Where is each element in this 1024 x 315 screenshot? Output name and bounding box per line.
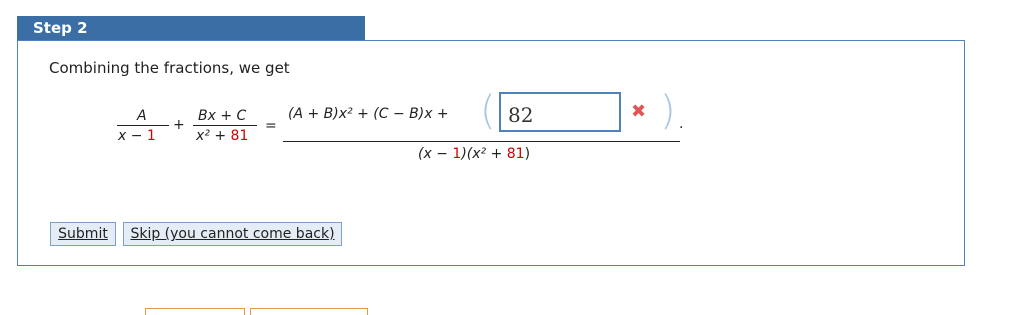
left-paren: (	[480, 88, 496, 134]
answer-input[interactable]	[499, 92, 621, 132]
submit-button[interactable]: Submit	[50, 222, 116, 246]
frac1-numerator: A	[137, 108, 147, 124]
frac2-line	[193, 125, 257, 126]
right-paren: )	[660, 88, 676, 134]
rhs-denominator: (x − 1)(x² + 81)	[418, 146, 531, 162]
frac2-numerator: Bx + C	[198, 108, 247, 124]
x-mark-icon: ✖	[631, 101, 647, 122]
rhs-fraction-line	[283, 141, 680, 142]
step-title: Step 2	[33, 19, 88, 37]
frac2-denominator: x² + 81	[196, 128, 249, 144]
frac1-denominator: x − 1	[118, 128, 156, 144]
period: .	[679, 116, 684, 132]
skip-button[interactable]: Skip (you cannot come back)	[123, 222, 342, 246]
plus-sign: +	[173, 117, 185, 133]
step-header: Step 2	[17, 16, 365, 40]
frac1-line	[117, 125, 169, 126]
intro-text: Combining the fractions, we get	[49, 59, 290, 77]
rhs-numerator: (A + B)x² + (C − B)x +	[288, 106, 449, 122]
equals-sign: =	[265, 118, 277, 134]
